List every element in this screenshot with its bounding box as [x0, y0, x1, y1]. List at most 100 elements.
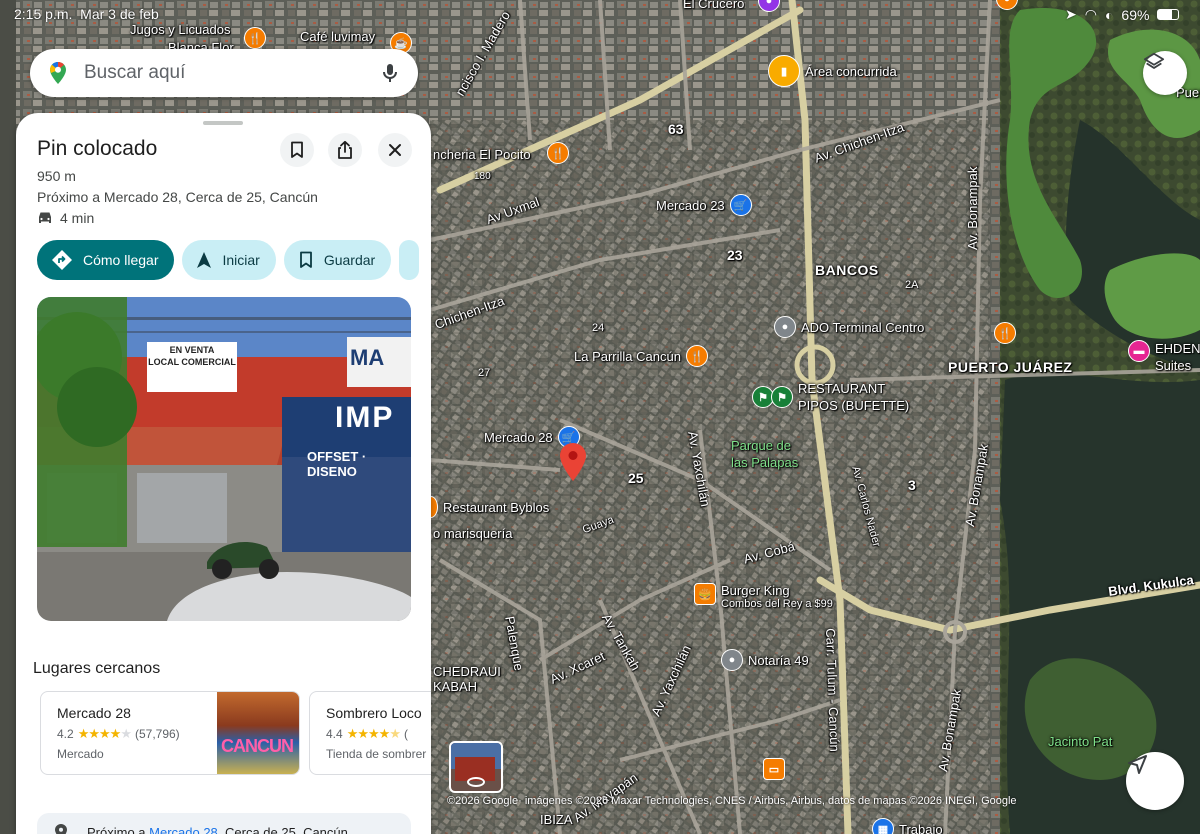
- nearby-name: Mercado 28: [57, 705, 131, 721]
- distance: 950 m: [37, 168, 76, 184]
- poi-restaurant-byblos[interactable]: Restaurant Byblos: [424, 496, 549, 518]
- map-label[interactable]: El Crucero: [683, 0, 744, 11]
- area-number: 24: [592, 322, 605, 334]
- place-sheet[interactable]: Pin colocado 950 m Próximo a Mercado 28,…: [16, 113, 431, 834]
- layers-icon: [1143, 52, 1165, 69]
- close-icon: [389, 144, 401, 156]
- poi-mercado-23[interactable]: 🛒 Mercado 23: [656, 194, 752, 216]
- poi-area-concurrida[interactable]: ▮ Área concurrida: [768, 55, 897, 87]
- layers-button[interactable]: [1143, 51, 1187, 95]
- my-location-button[interactable]: [1126, 752, 1184, 810]
- flag-icon: ⚑: [771, 386, 793, 408]
- directions-icon: [52, 250, 72, 270]
- navigation-icon: [197, 252, 212, 268]
- nearby-card[interactable]: Sombrero Loco 4.4 ★★★★★ ( Tienda de somb…: [309, 691, 431, 775]
- map-label[interactable]: Café luvimay: [300, 29, 375, 44]
- poi-burger-king[interactable]: 🍔 Burger King Combos del Rey a $99: [694, 583, 833, 610]
- fork-knife-icon: 🍴: [685, 345, 708, 367]
- share-button[interactable]: [328, 133, 362, 167]
- nearby-photo: CANCUN: [217, 692, 299, 774]
- poi-ehden-suites[interactable]: ▬ EHDEN Suites: [1128, 340, 1200, 374]
- photo-sign-offset: OFFSET · DISENO: [307, 449, 367, 479]
- area-number: 25: [628, 470, 644, 486]
- poi-la-parrilla[interactable]: 🍴 La Parrilla Cancún: [574, 345, 708, 367]
- photo-sign-imp: IMP: [335, 401, 395, 434]
- transit-icon: ●: [774, 316, 796, 338]
- poi-food-south[interactable]: ▭: [763, 758, 785, 780]
- address-row[interactable]: Próximo a Mercado 28, Cerca de 25, Cancú…: [37, 813, 411, 834]
- place-title: Pin colocado: [37, 137, 158, 160]
- street-view-photo[interactable]: EN VENTA LOCAL COMERCIAL MA IMP OFFSET · …: [37, 297, 411, 621]
- close-button[interactable]: [378, 133, 412, 167]
- status-icons: ➤ ◠ ◐ 69%: [1065, 6, 1180, 23]
- area-number: 3: [908, 477, 916, 493]
- area-number: 27: [478, 367, 491, 379]
- wifi-icon: ◠: [1084, 6, 1097, 22]
- road-label: Av. Bonampak: [965, 166, 980, 250]
- map-label[interactable]: Jugos y Licuados: [130, 22, 230, 37]
- search-bar[interactable]: Buscar aquí: [30, 49, 418, 97]
- save-icon-button[interactable]: [280, 133, 314, 167]
- burger-icon: 🍔: [694, 583, 716, 605]
- map-label[interactable]: o marisquería: [433, 526, 512, 541]
- hotel-icon: ▬: [1128, 340, 1150, 362]
- park-label[interactable]: Parque de las Palapas: [731, 437, 798, 471]
- search-input[interactable]: Buscar aquí: [84, 62, 378, 84]
- store-label[interactable]: CHEDRAUI KABAH: [433, 664, 501, 694]
- street-view-thumbnail[interactable]: [449, 741, 503, 793]
- address: Próximo a Mercado 28, Cerca de 25, Cancú…: [37, 189, 318, 205]
- start-button[interactable]: Iniciar: [182, 240, 276, 280]
- poi-notaria-49[interactable]: ● Notaría 49: [721, 649, 809, 671]
- area-number: 23: [727, 247, 743, 263]
- nearby-rating-row: 4.4 ★★★★★ (: [326, 726, 408, 741]
- location-icon: ➤: [1065, 6, 1077, 22]
- highway-shield: 180: [474, 171, 491, 182]
- drag-handle[interactable]: [203, 121, 243, 125]
- bookmark-icon: [291, 141, 303, 158]
- nearby-category: Mercado: [57, 747, 104, 761]
- poi-restaurant-pipos[interactable]: ⚑ ⚑ RESTAURANT PIPOS (BUFETTE): [752, 380, 909, 414]
- car-icon: [39, 212, 51, 223]
- briefcase-icon: ▦: [872, 818, 894, 834]
- action-chips: Cómo llegar Iniciar Guardar: [37, 240, 420, 280]
- nearby-rating-row: 4.2 ★★★★★ (57,796): [57, 726, 180, 741]
- poi-ado-terminal[interactable]: ● ADO Terminal Centro: [774, 316, 924, 338]
- map-label[interactable]: ncheria El Pocito: [433, 147, 531, 162]
- drive-time: 4 min: [60, 210, 95, 226]
- directions-button[interactable]: Cómo llegar: [37, 240, 175, 280]
- microphone-icon[interactable]: [378, 61, 402, 85]
- map-label: IBIZA: [540, 812, 573, 827]
- nearby-card[interactable]: Mercado 28 4.2 ★★★★★ (57,796) Mercado CA…: [40, 691, 300, 775]
- navigation-arrow-icon: [1128, 755, 1147, 774]
- poi-trabajo[interactable]: ▦ Trabajo: [872, 818, 943, 834]
- mercado-28-link[interactable]: Mercado 28: [149, 825, 218, 834]
- dropped-pin-icon[interactable]: [560, 443, 586, 483]
- fork-knife-icon: 🍴: [547, 142, 569, 164]
- poi-llanteria[interactable]: 🍴: [547, 142, 569, 164]
- poi-restaurant-top[interactable]: ●: [996, 0, 1018, 10]
- area-number: 63: [668, 121, 684, 137]
- map-attribution: ©2026 Google· imágenes ©2026 Maxar Techn…: [447, 795, 1017, 807]
- nearby-category: Tienda de sombrer: [326, 747, 427, 761]
- fork-knife-icon: 🍴: [994, 322, 1016, 344]
- park-label[interactable]: Jacinto Pat: [1048, 734, 1112, 749]
- nearby-name: Sombrero Loco: [326, 705, 422, 721]
- shopping-icon: ●: [758, 0, 780, 12]
- area-number: 2A: [905, 279, 919, 291]
- more-actions-chip[interactable]: [399, 240, 420, 280]
- battery-icon: [1157, 9, 1180, 20]
- save-button[interactable]: Guardar: [283, 240, 392, 280]
- bookmark-icon: [299, 251, 312, 268]
- poi-shop[interactable]: ●: [758, 0, 780, 12]
- data-saver-icon: ◐: [1104, 6, 1114, 23]
- star-rating-icon: ★★★★★: [77, 726, 132, 741]
- location-pin-icon: [55, 824, 67, 834]
- poi-restaurant[interactable]: 🍴: [244, 27, 266, 49]
- takeout-icon: ▭: [763, 758, 785, 780]
- poi-restaurant-east[interactable]: 🍴: [994, 322, 1016, 344]
- fork-knife-icon: 🍴: [244, 27, 266, 49]
- photo-sign-ma: MA: [350, 345, 385, 370]
- building-icon: ●: [721, 649, 743, 671]
- drive-time-row: 4 min: [37, 210, 94, 226]
- neighborhood-label: PUERTO JUÁREZ: [948, 359, 1073, 375]
